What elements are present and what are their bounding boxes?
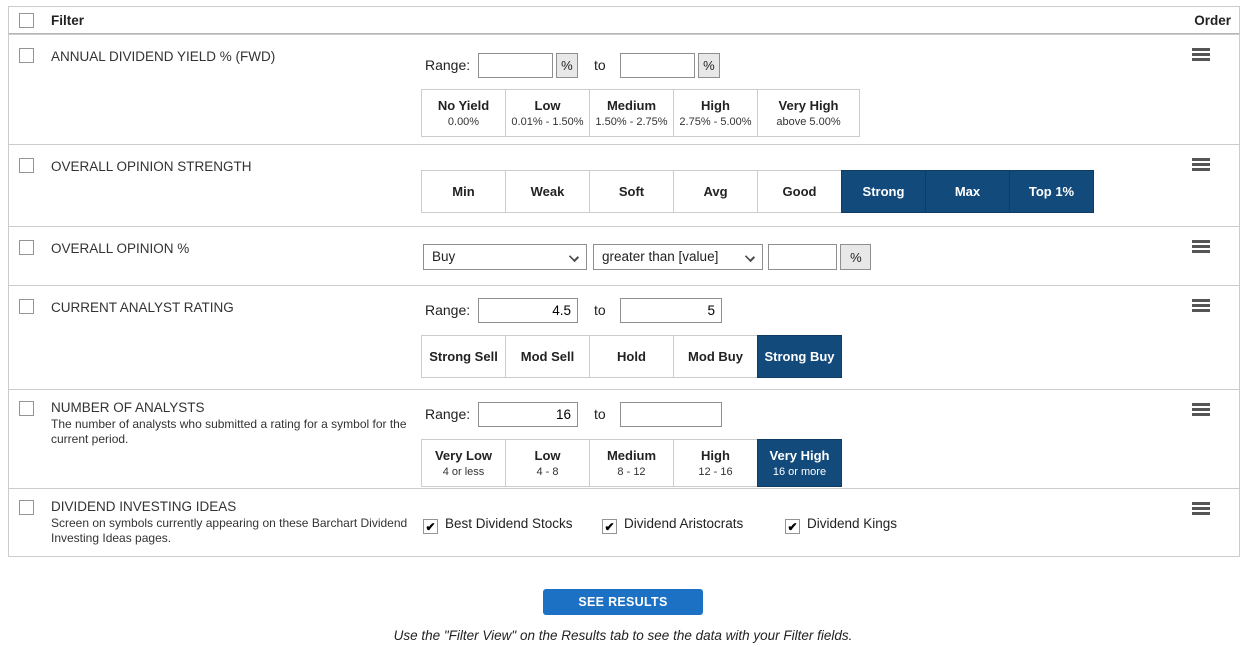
select-all-checkbox[interactable] bbox=[19, 13, 34, 28]
filter-row-label: OVERALL OPINION STRENGTH bbox=[51, 159, 252, 174]
row-checkbox[interactable] bbox=[19, 299, 34, 314]
range-label: Range: bbox=[425, 302, 470, 318]
order-column-header: Order bbox=[1194, 13, 1231, 28]
checkmark-icon: ✔ bbox=[785, 519, 800, 534]
row-checkbox[interactable] bbox=[19, 48, 34, 63]
row-checkbox[interactable] bbox=[19, 401, 34, 416]
dividend-kings-checkbox[interactable]: ✔Dividend Kings bbox=[785, 516, 897, 534]
rating-strong-sell-button[interactable]: Strong Sell bbox=[421, 335, 506, 378]
screener-filter-page: Filter Order ANNUAL DIVIDEND YIELD % (FW… bbox=[0, 0, 1246, 647]
to-label: to bbox=[594, 406, 606, 422]
best-dividend-stocks-checkbox[interactable]: ✔Best Dividend Stocks bbox=[423, 516, 573, 534]
filter-row-number-of-analysts: NUMBER OF ANALYSTS The number of analyst… bbox=[9, 389, 1239, 488]
strength-good-button[interactable]: Good bbox=[757, 170, 842, 213]
comparison-operator-select[interactable]: greater than [value] bbox=[593, 244, 763, 270]
row-checkbox[interactable] bbox=[19, 158, 34, 173]
row-checkbox[interactable] bbox=[19, 500, 34, 515]
filter-row-label: NUMBER OF ANALYSTS bbox=[51, 400, 205, 415]
percent-suffix: % bbox=[698, 53, 720, 78]
filter-row-annual-dividend-yield: ANNUAL DIVIDEND YIELD % (FWD) Range: % t… bbox=[9, 34, 1239, 144]
yield-preset-buttons: No Yield 0.00% Low 0.01% - 1.50% Medium … bbox=[421, 89, 860, 137]
analysts-range-to-input[interactable] bbox=[620, 402, 722, 427]
analysts-preset-buttons: Very Low4 or less Low4 - 8 Medium8 - 12 … bbox=[421, 439, 842, 487]
yield-range-to-input[interactable] bbox=[620, 53, 695, 78]
see-results-button[interactable]: SEE RESULTS bbox=[543, 589, 703, 615]
range-label: Range: bbox=[425, 406, 470, 422]
preset-low-button[interactable]: Low 0.01% - 1.50% bbox=[505, 89, 590, 137]
strength-strong-button[interactable]: Strong bbox=[841, 170, 926, 213]
strength-max-button[interactable]: Max bbox=[925, 170, 1010, 213]
filter-row-label: DIVIDEND INVESTING IDEAS bbox=[51, 499, 236, 514]
filter-row-dividend-ideas: DIVIDEND INVESTING IDEAS Screen on symbo… bbox=[9, 488, 1239, 556]
opinion-percent-value-input[interactable] bbox=[768, 244, 837, 270]
preset-no-yield-button[interactable]: No Yield 0.00% bbox=[421, 89, 506, 137]
analysts-medium-button[interactable]: Medium8 - 12 bbox=[589, 439, 674, 487]
preset-very-high-button[interactable]: Very High above 5.00% bbox=[757, 89, 860, 137]
drag-handle-icon[interactable] bbox=[1192, 299, 1210, 312]
analysts-low-button[interactable]: Low4 - 8 bbox=[505, 439, 590, 487]
analysts-range-from-input[interactable] bbox=[478, 402, 578, 427]
strength-top1-button[interactable]: Top 1% bbox=[1009, 170, 1094, 213]
filter-row-analyst-rating: CURRENT ANALYST RATING Range: to Strong … bbox=[9, 285, 1239, 389]
filter-row-opinion-strength: OVERALL OPINION STRENGTH Min Weak Soft A… bbox=[9, 144, 1239, 226]
analysts-very-low-button[interactable]: Very Low4 or less bbox=[421, 439, 506, 487]
drag-handle-icon[interactable] bbox=[1192, 48, 1210, 61]
rating-range-to-input[interactable] bbox=[620, 298, 722, 323]
chevron-down-icon bbox=[746, 253, 754, 261]
preset-medium-button[interactable]: Medium 1.50% - 2.75% bbox=[589, 89, 674, 137]
percent-suffix: % bbox=[840, 244, 871, 270]
rating-preset-buttons: Strong Sell Mod Sell Hold Mod Buy Strong… bbox=[421, 335, 842, 378]
checkmark-icon: ✔ bbox=[423, 519, 438, 534]
dividend-aristocrats-checkbox[interactable]: ✔Dividend Aristocrats bbox=[602, 516, 743, 534]
filter-table: Filter Order ANNUAL DIVIDEND YIELD % (FW… bbox=[8, 6, 1240, 557]
opinion-percent-controls: Buy greater than [value] % bbox=[9, 244, 1239, 270]
range-label: Range: bbox=[425, 57, 470, 73]
percent-suffix: % bbox=[556, 53, 578, 78]
opinion-strength-buttons: Min Weak Soft Avg Good Strong Max Top 1% bbox=[421, 170, 1094, 213]
strength-avg-button[interactable]: Avg bbox=[673, 170, 758, 213]
analysts-high-button[interactable]: High12 - 16 bbox=[673, 439, 758, 487]
opinion-type-select[interactable]: Buy bbox=[423, 244, 587, 270]
drag-handle-icon[interactable] bbox=[1192, 158, 1210, 171]
filter-row-label: ANNUAL DIVIDEND YIELD % (FWD) bbox=[51, 49, 275, 64]
filter-row-opinion-percent: OVERALL OPINION % Buy greater than [valu… bbox=[9, 226, 1239, 285]
rating-range-from-input[interactable] bbox=[478, 298, 578, 323]
drag-handle-icon[interactable] bbox=[1192, 240, 1210, 253]
to-label: to bbox=[594, 302, 606, 318]
filter-column-header: Filter bbox=[51, 13, 84, 28]
strength-soft-button[interactable]: Soft bbox=[589, 170, 674, 213]
preset-high-button[interactable]: High 2.75% - 5.00% bbox=[673, 89, 758, 137]
analysts-very-high-button[interactable]: Very High16 or more bbox=[757, 439, 842, 487]
drag-handle-icon[interactable] bbox=[1192, 502, 1210, 515]
yield-range-from-input[interactable] bbox=[478, 53, 553, 78]
checkmark-icon: ✔ bbox=[602, 519, 617, 534]
filter-view-note: Use the "Filter View" on the Results tab… bbox=[0, 628, 1246, 643]
drag-handle-icon[interactable] bbox=[1192, 403, 1210, 416]
chevron-down-icon bbox=[570, 253, 578, 261]
to-label: to bbox=[594, 57, 606, 73]
filter-row-description: The number of analysts who submitted a r… bbox=[51, 417, 421, 447]
strength-weak-button[interactable]: Weak bbox=[505, 170, 590, 213]
rating-strong-buy-button[interactable]: Strong Buy bbox=[757, 335, 842, 378]
rating-mod-buy-button[interactable]: Mod Buy bbox=[673, 335, 758, 378]
strength-min-button[interactable]: Min bbox=[421, 170, 506, 213]
filter-header-row: Filter Order bbox=[9, 7, 1239, 34]
rating-mod-sell-button[interactable]: Mod Sell bbox=[505, 335, 590, 378]
rating-hold-button[interactable]: Hold bbox=[589, 335, 674, 378]
filter-row-label: CURRENT ANALYST RATING bbox=[51, 300, 234, 315]
dividend-ideas-checkbox-list: ✔Best Dividend Stocks ✔Dividend Aristocr… bbox=[9, 516, 1239, 534]
